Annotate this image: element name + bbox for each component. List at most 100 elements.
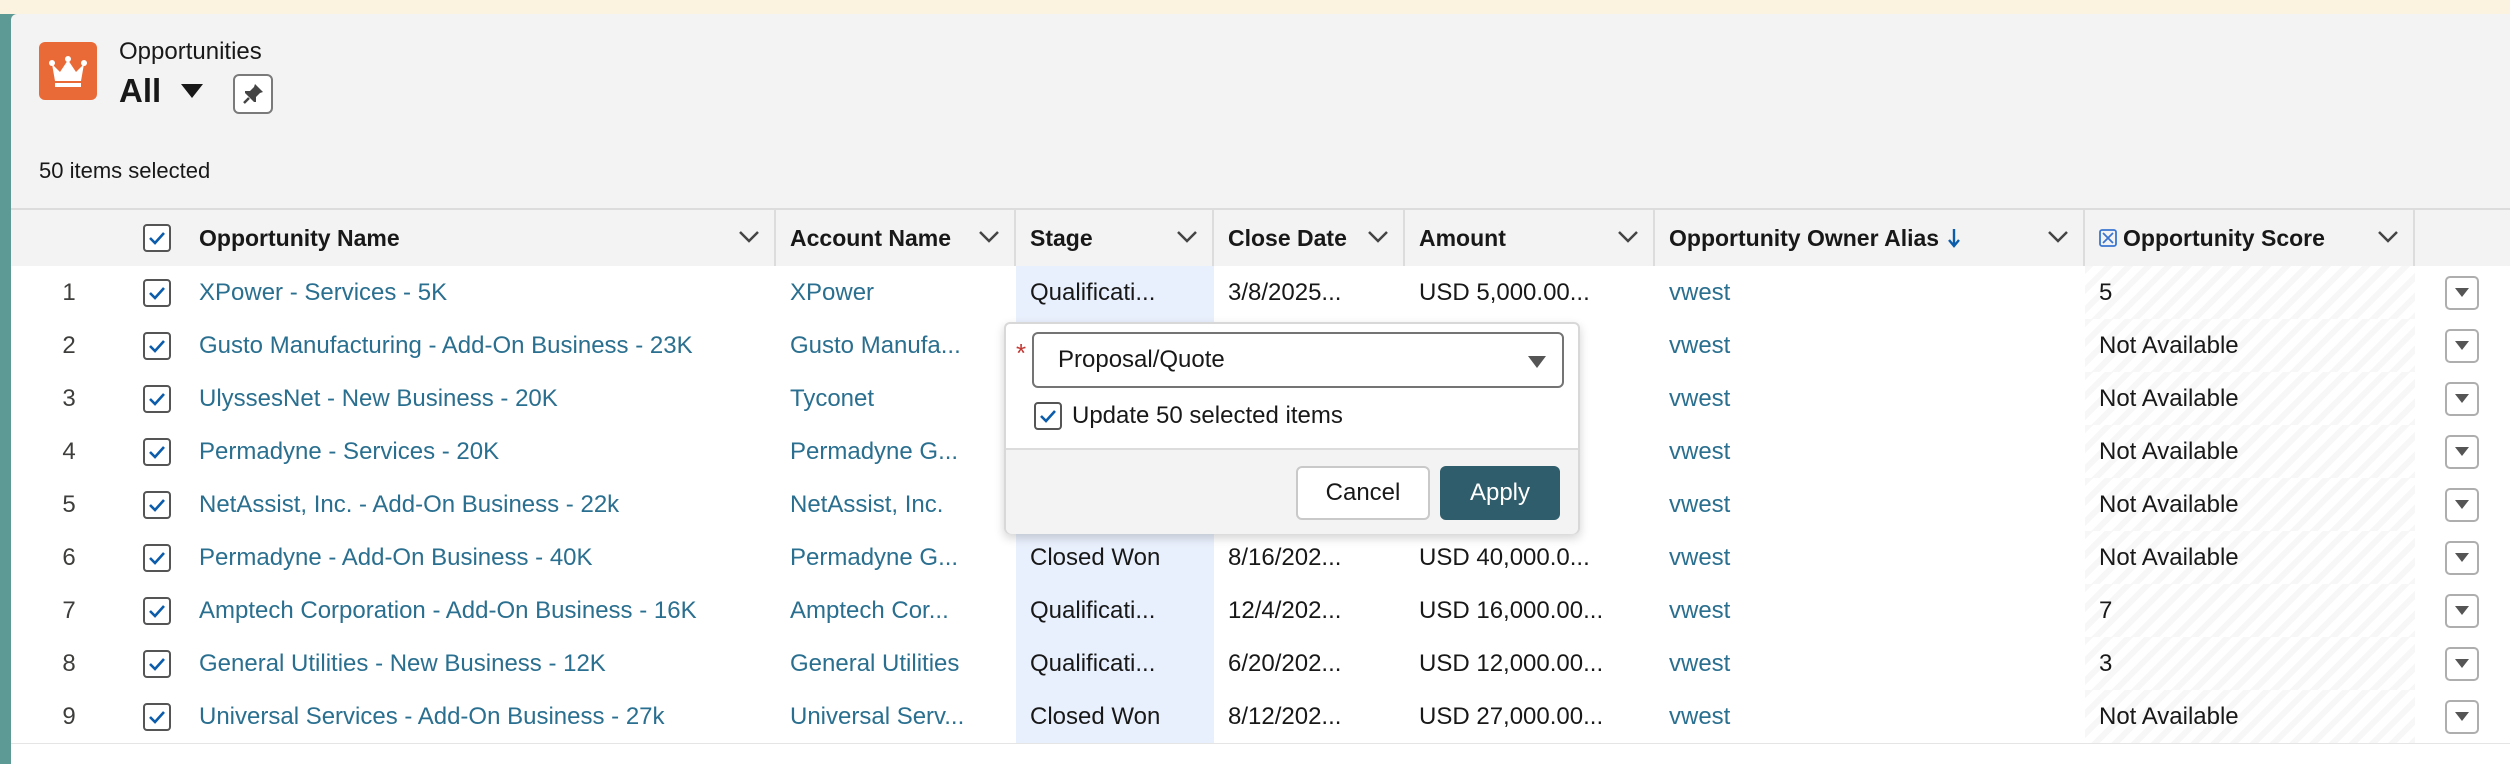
chevron-down-icon[interactable]	[2377, 230, 2399, 244]
account-name-link[interactable]: Permadyne G...	[776, 425, 1016, 478]
table-header: Opportunity Name Account Name Stage Clos…	[11, 210, 2510, 268]
row-actions-button[interactable]	[2445, 593, 2479, 628]
row-checkbox[interactable]	[143, 702, 171, 731]
amount-cell[interactable]: USD 27,000.00...	[1405, 690, 1655, 743]
amount-cell[interactable]: USD 40,000.0...	[1405, 531, 1655, 584]
account-name-link[interactable]: Tyconet	[776, 372, 1016, 425]
cancel-button[interactable]: Cancel	[1296, 466, 1430, 520]
row-actions-button[interactable]	[2445, 487, 2479, 522]
checkmark-icon	[149, 498, 165, 512]
chevron-down-icon[interactable]	[978, 230, 1000, 244]
amount-cell[interactable]: USD 16,000.00...	[1405, 584, 1655, 637]
header-account-name[interactable]: Account Name	[776, 210, 1016, 266]
owner-alias-link[interactable]: vwest	[1655, 478, 2085, 531]
header-close-date[interactable]: Close Date	[1214, 210, 1405, 266]
stage-cell[interactable]: Closed Won	[1016, 690, 1214, 743]
select-all-checkbox[interactable]	[143, 224, 171, 252]
stage-cell[interactable]: Qualificati...	[1016, 584, 1214, 637]
close-date-cell[interactable]: 8/12/202...	[1214, 690, 1405, 743]
opportunity-name-link[interactable]: Amptech Corporation - Add-On Business - …	[185, 584, 776, 637]
row-checkbox[interactable]	[143, 384, 171, 413]
row-select-cell	[127, 690, 185, 743]
row-checkbox[interactable]	[143, 490, 171, 519]
header-opportunity-name[interactable]: Opportunity Name	[185, 210, 776, 266]
account-name-link[interactable]: Amptech Cor...	[776, 584, 1016, 637]
opportunity-name-link[interactable]: Gusto Manufacturing - Add-On Business - …	[185, 319, 776, 372]
owner-alias-link[interactable]: vwest	[1655, 372, 2085, 425]
owner-alias-link[interactable]: vwest	[1655, 637, 2085, 690]
account-name-link[interactable]: XPower	[776, 266, 1016, 319]
header-owner-alias[interactable]: Opportunity Owner Alias	[1655, 210, 2085, 266]
chevron-down-icon[interactable]	[1367, 230, 1389, 244]
opportunity-name-link[interactable]: NetAssist, Inc. - Add-On Business - 22k	[185, 478, 776, 531]
header-opportunity-score[interactable]: Opportunity Score	[2085, 210, 2415, 266]
stage-cell[interactable]: Closed Won	[1016, 531, 1214, 584]
row-checkbox[interactable]	[143, 278, 171, 307]
row-checkbox[interactable]	[143, 437, 171, 466]
header-stage[interactable]: Stage	[1016, 210, 1214, 266]
stage-picklist[interactable]: Proposal/Quote	[1032, 332, 1564, 388]
row-actions-button[interactable]	[2445, 646, 2479, 681]
owner-alias-link[interactable]: vwest	[1655, 690, 2085, 743]
opportunity-name-link[interactable]: General Utilities - New Business - 12K	[185, 637, 776, 690]
list-view-dropdown-icon[interactable]	[181, 84, 203, 103]
account-name-link[interactable]: NetAssist, Inc.	[776, 478, 1016, 531]
chevron-down-icon[interactable]	[1617, 230, 1639, 244]
update-selected-label: Update 50 selected items	[1072, 402, 1343, 429]
list-view-name[interactable]: All	[119, 72, 161, 110]
row-checkbox[interactable]	[143, 543, 171, 572]
account-name-link[interactable]: Permadyne G...	[776, 531, 1016, 584]
row-checkbox[interactable]	[143, 596, 171, 625]
apply-button[interactable]: Apply	[1440, 466, 1560, 520]
close-date-cell[interactable]: 3/8/2025...	[1214, 266, 1405, 319]
pin-button[interactable]	[233, 74, 273, 114]
stage-cell[interactable]: Qualificati...	[1016, 266, 1214, 319]
row-number-cell: 3	[62, 384, 76, 412]
header-label: Opportunity Owner Alias	[1669, 224, 1940, 251]
chevron-down-icon[interactable]	[1176, 230, 1198, 244]
row-number-cell: 4	[62, 437, 76, 465]
chevron-down-icon[interactable]	[2047, 230, 2069, 244]
account-name-link[interactable]: General Utilities	[776, 637, 1016, 690]
dropdown-caret-icon	[2455, 288, 2469, 297]
opportunity-name-link[interactable]: XPower - Services - 5K	[185, 266, 776, 319]
checkmark-icon	[149, 604, 165, 618]
row-actions-button[interactable]	[2445, 328, 2479, 363]
owner-alias-link[interactable]: vwest	[1655, 584, 2085, 637]
owner-alias-link[interactable]: vwest	[1655, 531, 2085, 584]
header-label: Stage	[1030, 224, 1093, 251]
close-date-cell[interactable]: 12/4/202...	[1214, 584, 1405, 637]
account-name-link[interactable]: Gusto Manufa...	[776, 319, 1016, 372]
score-cell: Not Available	[2085, 531, 2415, 584]
dropdown-caret-icon	[2455, 553, 2469, 562]
owner-alias-link[interactable]: vwest	[1655, 319, 2085, 372]
update-selected-option[interactable]: Update 50 selected items	[1034, 402, 1343, 430]
row-actions-button[interactable]	[2445, 275, 2479, 310]
row-actions-button[interactable]	[2445, 699, 2479, 734]
opportunity-name-link[interactable]: Universal Services - Add-On Business - 2…	[185, 690, 776, 743]
opportunity-name-link[interactable]: UlyssesNet - New Business - 20K	[185, 372, 776, 425]
dropdown-caret-icon[interactable]	[1528, 356, 1546, 368]
row-checkbox[interactable]	[143, 649, 171, 678]
header-amount[interactable]: Amount	[1405, 210, 1655, 266]
owner-alias-link[interactable]: vwest	[1655, 425, 2085, 478]
row-actions-button[interactable]	[2445, 540, 2479, 575]
account-name-link[interactable]: Universal Serv...	[776, 690, 1016, 743]
opportunity-name-link[interactable]: Permadyne - Services - 20K	[185, 425, 776, 478]
close-date-cell[interactable]: 8/16/202...	[1214, 531, 1405, 584]
amount-cell[interactable]: USD 12,000.00...	[1405, 637, 1655, 690]
row-actions-cell	[2415, 425, 2510, 478]
chevron-down-icon[interactable]	[738, 230, 760, 244]
header-select-all[interactable]	[127, 210, 185, 266]
close-date-cell[interactable]: 6/20/202...	[1214, 637, 1405, 690]
row-actions-button[interactable]	[2445, 381, 2479, 416]
table-row: 6 Permadyne - Add-On Business - 40K Permad…	[11, 531, 2510, 585]
row-actions-button[interactable]	[2445, 434, 2479, 469]
checkmark-icon	[149, 232, 165, 245]
owner-alias-link[interactable]: vwest	[1655, 266, 2085, 319]
amount-cell[interactable]: USD 5,000.00...	[1405, 266, 1655, 319]
update-selected-checkbox[interactable]	[1034, 402, 1062, 430]
stage-cell[interactable]: Qualificati...	[1016, 637, 1214, 690]
row-checkbox[interactable]	[143, 331, 171, 360]
opportunity-name-link[interactable]: Permadyne - Add-On Business - 40K	[185, 531, 776, 584]
